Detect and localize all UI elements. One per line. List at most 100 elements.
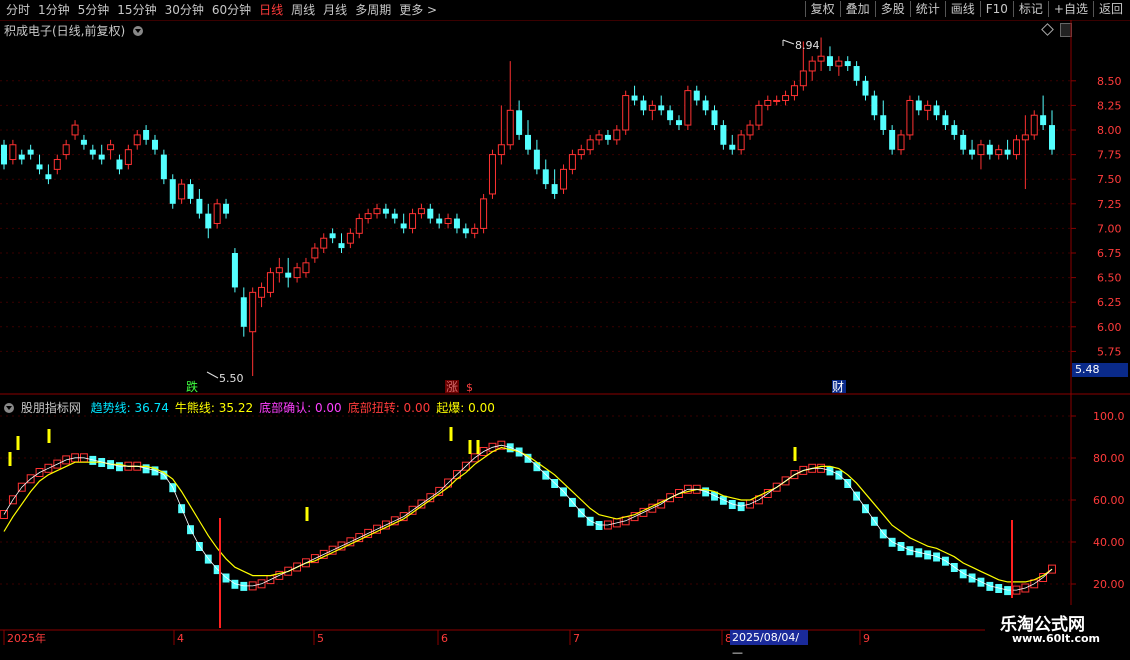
- low-label: 5.50: [219, 372, 244, 385]
- signal-marker: [449, 427, 453, 441]
- indicator-label: 20.00: [1093, 578, 1125, 591]
- candle-body: [658, 105, 665, 111]
- candlestick-series: [1, 37, 1055, 376]
- candle-body: [293, 267, 301, 279]
- candle-body: [720, 125, 727, 145]
- candle-body: [969, 149, 976, 155]
- price-label: 6.25: [1097, 296, 1122, 309]
- trend-bar: [933, 552, 940, 562]
- trend-bar: [977, 577, 985, 587]
- trend-bar: [595, 521, 603, 530]
- price-axis: 8.50 8.25 8.00 7.75 7.50 7.25 7.00 6.75 6.50 6.25…: [0, 75, 1122, 358]
- candle-body: [622, 95, 630, 131]
- candle-body: [808, 60, 816, 72]
- candle-body: [560, 168, 568, 190]
- trend-bar: [826, 466, 834, 476]
- candle-body: [995, 149, 1003, 156]
- candle-body: [595, 134, 603, 141]
- date-label: 4: [177, 632, 184, 645]
- candle-body: [471, 227, 479, 234]
- price-label: 6.75: [1097, 247, 1122, 260]
- candle-body: [302, 262, 310, 274]
- candle-body: [497, 144, 505, 156]
- candle-body: [817, 55, 825, 62]
- chart-canvas[interactable]: 8.50 8.25 8.00 7.75 7.50 7.25 7.00 6.75 6.50 6.25…: [0, 0, 1130, 650]
- candle-body: [436, 218, 443, 224]
- candle-body: [924, 104, 932, 111]
- candle-body: [462, 228, 469, 234]
- indicator-label: 80.00: [1093, 452, 1125, 465]
- candle-body: [480, 198, 488, 229]
- trend-bar: [240, 581, 248, 591]
- candle-body: [1030, 114, 1038, 136]
- indicator-label: 100.0: [1093, 410, 1125, 423]
- candle-body: [799, 70, 807, 87]
- low-pointer: [206, 371, 219, 379]
- indicator-dropdown-icon[interactable]: [4, 403, 14, 413]
- signal-marker: [476, 440, 480, 454]
- candle-body: [782, 95, 790, 101]
- candle-body: [151, 139, 158, 150]
- candle-body: [746, 124, 754, 136]
- price-label: 6.00: [1097, 321, 1122, 334]
- indicator-field-3: 底部扭转: 0.00: [347, 401, 431, 415]
- trend-bar: [897, 542, 905, 551]
- candle-body: [169, 179, 176, 204]
- candle-body: [942, 115, 949, 126]
- candle-body: [205, 213, 212, 229]
- candle-body: [488, 154, 496, 195]
- candle-body: [258, 286, 266, 298]
- candle-body: [240, 297, 247, 327]
- signal-marker: [305, 507, 309, 521]
- candle-body: [755, 104, 763, 126]
- candle-body: [196, 198, 203, 214]
- indicator-series: [0, 427, 1056, 628]
- date-label: 5: [317, 632, 324, 645]
- date-label: 6: [441, 632, 448, 645]
- candle-body: [53, 159, 61, 170]
- rise-marker-bg: [445, 380, 459, 393]
- candle-body: [640, 100, 647, 111]
- trend-bar: [116, 462, 123, 472]
- candle-body: [915, 100, 922, 111]
- candle-body: [178, 183, 186, 200]
- candle-body: [889, 130, 896, 150]
- candle-body: [729, 144, 736, 150]
- candle-body: [711, 110, 718, 126]
- price-label: 7.75: [1097, 149, 1122, 162]
- price-label: 6.50: [1097, 272, 1122, 285]
- current-price-tag: 5.48: [1072, 363, 1128, 377]
- indicator-field-2: 底部确认: 0.00: [259, 401, 342, 415]
- candle-body: [107, 144, 115, 151]
- candle-body: [702, 100, 709, 111]
- candle-body: [525, 134, 531, 150]
- trend-bar: [719, 495, 727, 505]
- price-label: 5.75: [1097, 345, 1122, 358]
- candle-body: [80, 139, 87, 145]
- candle-body: [613, 129, 621, 141]
- high-pointer: [782, 39, 795, 45]
- candle-body: [835, 60, 843, 67]
- price-label: 7.00: [1097, 222, 1122, 235]
- candle-body: [89, 149, 96, 155]
- candle-body: [143, 130, 150, 140]
- candle-body: [231, 253, 238, 288]
- candle-body: [71, 124, 79, 136]
- candle-body: [355, 218, 363, 234]
- candle-body: [373, 208, 381, 215]
- candle-body: [1040, 115, 1047, 126]
- dollar-marker: $: [466, 381, 473, 394]
- candle-body: [391, 213, 398, 219]
- candle-body: [266, 272, 274, 293]
- candle-body: [773, 99, 781, 102]
- candle-body: [933, 105, 940, 116]
- candle-body: [27, 149, 34, 155]
- candle-body: [427, 208, 434, 219]
- trend-bar: [968, 573, 976, 583]
- candle-body: [320, 237, 328, 249]
- date-label: 7: [573, 632, 580, 645]
- candle-body: [631, 95, 638, 101]
- candle-body: [880, 115, 887, 130]
- candle-body: [1021, 134, 1029, 141]
- date-highlight: 2025/08/04/—: [730, 630, 808, 659]
